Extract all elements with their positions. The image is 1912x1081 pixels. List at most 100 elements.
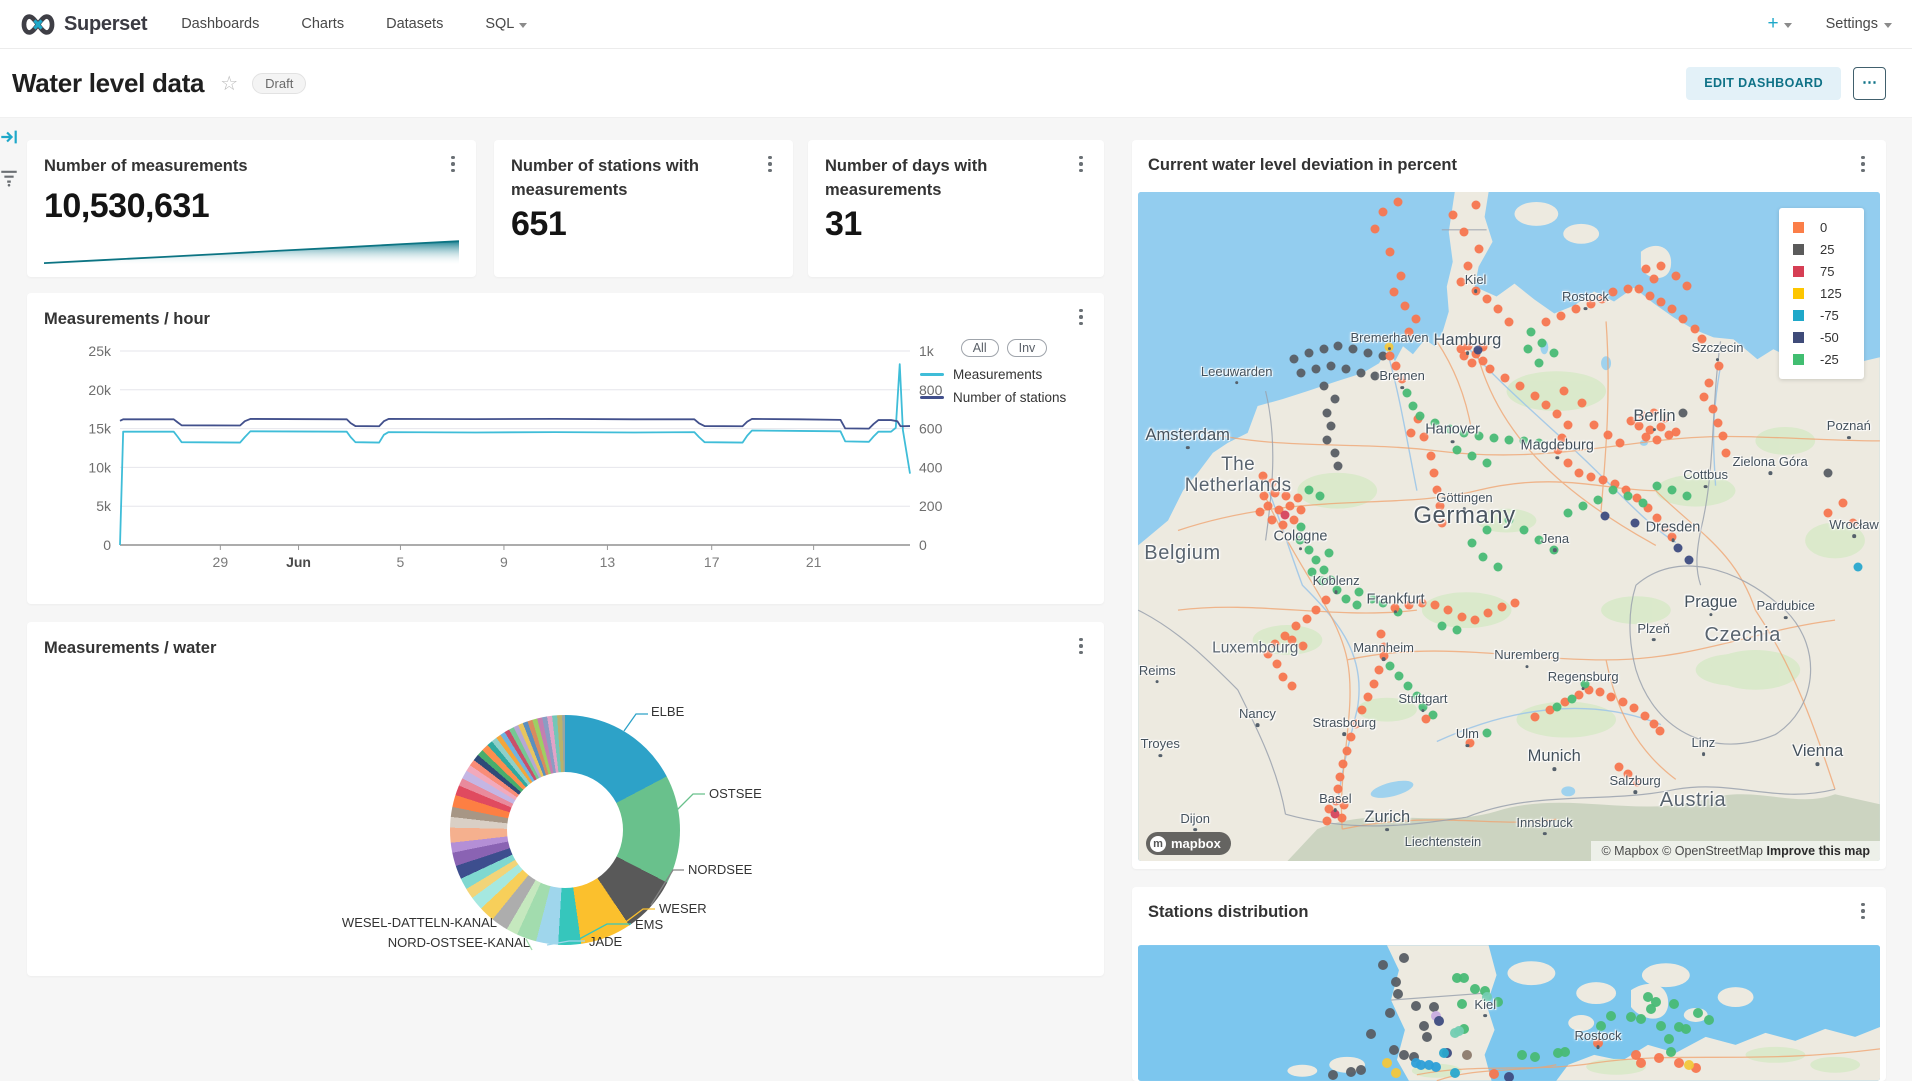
card-menu-kebab-icon[interactable] xyxy=(1070,634,1092,658)
station-dot xyxy=(1338,759,1347,768)
favorite-star-icon[interactable]: ☆ xyxy=(220,71,238,96)
station-dot xyxy=(1342,746,1351,755)
station-dot xyxy=(1398,375,1407,384)
station-dot xyxy=(1656,1021,1666,1031)
station-dot xyxy=(1470,616,1479,625)
trendline-sparkline xyxy=(44,237,459,265)
station-dot xyxy=(1292,621,1301,630)
map-label: Prague xyxy=(1684,593,1737,617)
station-dot xyxy=(1671,271,1680,280)
station-dot xyxy=(1430,468,1439,477)
station-dot xyxy=(1401,301,1410,310)
station-dot xyxy=(1482,295,1491,304)
card-menu-kebab-icon[interactable] xyxy=(1070,152,1092,176)
station-dot xyxy=(1378,960,1388,970)
map-label: Nancy xyxy=(1239,707,1276,727)
station-dot xyxy=(1558,434,1567,443)
station-dot xyxy=(1340,800,1349,809)
map-label: Czechia xyxy=(1704,624,1780,646)
station-dot xyxy=(1705,378,1714,387)
nav-item-dashboards[interactable]: Dashboards xyxy=(181,16,259,32)
nav-item-datasets[interactable]: Datasets xyxy=(386,16,443,32)
station-dot xyxy=(1326,576,1335,585)
legend-label: Number of stations xyxy=(953,390,1066,405)
map-label: Göttingen xyxy=(1436,491,1492,511)
svg-text:0: 0 xyxy=(103,537,111,553)
station-dot xyxy=(1466,738,1475,747)
legend-color-swatch xyxy=(1793,222,1804,233)
map-legend-item[interactable]: -50 xyxy=(1793,330,1850,345)
chevron-down-icon xyxy=(519,23,527,28)
station-dot xyxy=(1335,773,1344,782)
deviation-map-canvas[interactable]: LeeuwardenAmsterdamThe NetherlandsBelgiu… xyxy=(1138,192,1880,861)
station-dot xyxy=(1325,549,1334,558)
legend-item[interactable]: Number of stations xyxy=(920,390,1088,405)
chart-title: Stations distribution xyxy=(1148,901,1870,925)
expand-filters-icon[interactable] xyxy=(0,128,18,146)
station-dot xyxy=(1556,311,1565,320)
station-dot xyxy=(1504,1072,1514,1081)
card-menu-kebab-icon[interactable] xyxy=(1852,152,1874,176)
svg-text:21: 21 xyxy=(806,554,822,570)
station-dot xyxy=(1260,492,1269,501)
station-dot xyxy=(1352,719,1361,728)
superset-logo[interactable]: Superset xyxy=(20,13,147,36)
station-dot xyxy=(1530,1052,1540,1062)
filter-funnel-icon[interactable] xyxy=(0,169,18,187)
station-dot xyxy=(1453,626,1462,635)
city-dot xyxy=(1256,724,1260,728)
edit-dashboard-button[interactable]: EDIT DASHBOARD xyxy=(1686,67,1841,100)
more-options-button[interactable]: ⋯ xyxy=(1853,67,1886,100)
station-dot xyxy=(1296,535,1305,544)
svg-text:20k: 20k xyxy=(88,382,112,398)
map-legend-item[interactable]: 25 xyxy=(1793,242,1850,257)
station-dot xyxy=(1493,562,1502,571)
map-legend-item[interactable]: 125 xyxy=(1793,286,1850,301)
station-dot xyxy=(1434,1016,1444,1026)
legend-label: Measurements xyxy=(953,367,1042,382)
card-menu-kebab-icon[interactable] xyxy=(759,152,781,176)
svg-text:9: 9 xyxy=(500,554,508,570)
card-menu-kebab-icon[interactable] xyxy=(1070,305,1092,329)
station-dot xyxy=(1580,679,1589,688)
map-legend-item[interactable]: 0 xyxy=(1793,220,1850,235)
new-item-button[interactable]: + xyxy=(1767,13,1791,35)
station-dot xyxy=(1523,345,1532,354)
map-label: Belgium xyxy=(1144,542,1220,564)
legend-pill-all[interactable]: All xyxy=(961,339,999,357)
page-title: Water level data xyxy=(12,68,204,99)
osm-attribution-link[interactable]: © OpenStreetMap xyxy=(1662,844,1763,858)
chevron-down-icon xyxy=(1784,23,1792,28)
station-dot xyxy=(1604,430,1613,439)
legend-item[interactable]: Measurements xyxy=(920,367,1088,382)
station-dot xyxy=(1596,688,1605,697)
station-dot xyxy=(1493,997,1503,1007)
stations-map-canvas[interactable]: KielRostock xyxy=(1138,945,1880,1081)
station-dot xyxy=(1386,661,1395,670)
station-dot xyxy=(1634,422,1643,431)
mapbox-attribution-link[interactable]: © Mapbox xyxy=(1601,844,1658,858)
settings-menu[interactable]: Settings xyxy=(1826,16,1892,32)
city-dot xyxy=(1156,680,1160,684)
station-dot xyxy=(1418,703,1427,712)
card-menu-kebab-icon[interactable] xyxy=(1852,899,1874,923)
station-dot xyxy=(1664,1034,1674,1044)
card-number-of-days: Number of days with measurements 31 xyxy=(808,140,1104,277)
main-nav: Dashboards Charts Datasets SQL xyxy=(181,16,527,32)
map-attribution: © Mapbox © OpenStreetMap Improve this ma… xyxy=(1591,841,1880,861)
city-dot xyxy=(1235,381,1239,385)
card-number-of-stations: Number of stations with measurements 651 xyxy=(494,140,793,277)
nav-item-sql[interactable]: SQL xyxy=(485,16,527,32)
city-dot xyxy=(1386,828,1390,832)
card-menu-kebab-icon[interactable] xyxy=(442,152,464,176)
map-legend-item[interactable]: 75 xyxy=(1793,264,1850,279)
map-legend-item[interactable]: -75 xyxy=(1793,308,1850,323)
legend-pill-inv[interactable]: Inv xyxy=(1007,339,1048,357)
station-dot xyxy=(1399,1050,1409,1060)
map-legend-item[interactable]: -25 xyxy=(1793,352,1850,367)
improve-map-link[interactable]: Improve this map xyxy=(1767,844,1871,858)
station-dot xyxy=(1430,418,1439,427)
mapbox-logo[interactable]: m mapbox xyxy=(1146,832,1231,855)
card-title: Number of measurements xyxy=(44,155,459,179)
nav-item-charts[interactable]: Charts xyxy=(301,16,344,32)
